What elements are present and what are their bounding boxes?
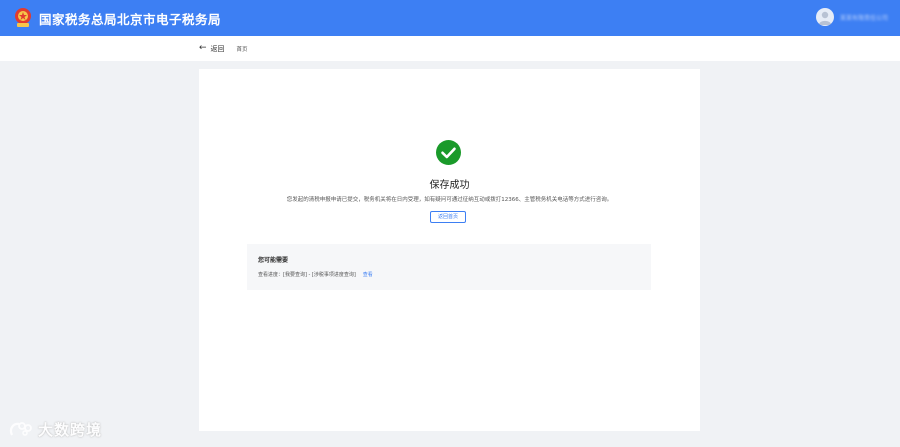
watermark: 大数跨境 xyxy=(8,419,102,440)
watermark-text: 大数跨境 xyxy=(38,421,103,439)
arrow-left-icon: ← xyxy=(199,43,207,53)
breadcrumb[interactable]: 首页 xyxy=(237,45,248,53)
site-title: 国家税务总局北京市电子税务局 xyxy=(39,11,222,27)
user-menu[interactable]: 某某有限责任公司 xyxy=(815,8,888,26)
top-header: 国家税务总局北京市电子税务局 某某有限责任公司 xyxy=(0,0,900,36)
watermark-logo-icon xyxy=(9,421,32,436)
back-button[interactable]: ← 返回 xyxy=(199,44,225,54)
result-description: 您发起的清税申报申请已提交，税务机关将在日内受理，如有疑问可通过征纳互动或拨打1… xyxy=(286,197,613,203)
user-avatar-icon[interactable] xyxy=(815,8,834,26)
user-name[interactable]: 某某有限责任公司 xyxy=(840,13,888,22)
tax-emblem-icon xyxy=(13,7,33,29)
suggestion-row: 查看进度：[我要查询] - [涉税事项进度查询] 查看 xyxy=(258,271,373,278)
suggestions-panel: 您可能需要 查看进度：[我要查询] - [涉税事项进度查询] 查看 xyxy=(247,244,651,290)
suggestions-title: 您可能需要 xyxy=(258,257,289,264)
view-link[interactable]: 查看 xyxy=(363,271,373,278)
result-card: 保存成功 您发起的清税申报申请已提交，税务机关将在日内受理，如有疑问可通过征纳互… xyxy=(199,69,700,431)
check-circle-icon xyxy=(436,140,461,165)
view-progress-text: 查看进度：[我要查询] - [涉税事项进度查询] xyxy=(258,272,356,278)
result-title: 保存成功 xyxy=(429,180,470,191)
sub-navbar: ← 返回 首页 xyxy=(0,36,900,61)
back-label: 返回 xyxy=(210,44,225,53)
return-home-button[interactable]: 返回首页 xyxy=(430,211,466,223)
